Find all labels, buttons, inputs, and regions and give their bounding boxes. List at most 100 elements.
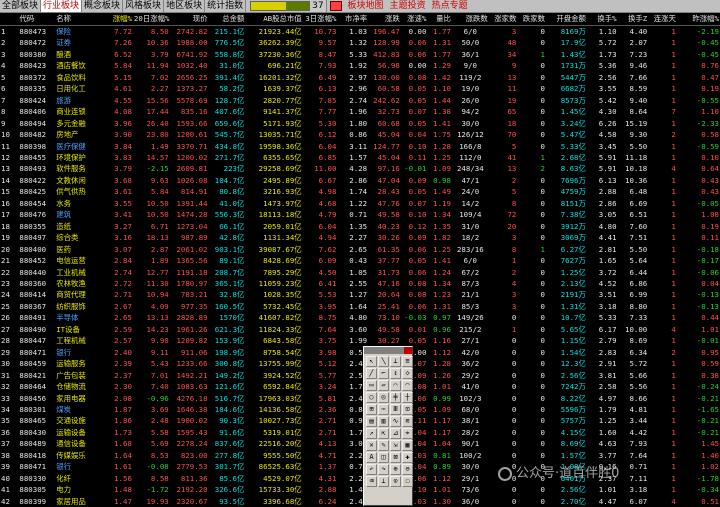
table-row[interactable]: 24 880414 商贸代理 2.71 10.94 783.21 32.8亿 1028.35亿… <box>0 289 720 300</box>
tab-3[interactable]: 风格板块 <box>123 0 165 12</box>
column-header-8[interactable]: 3日涨幅% <box>302 12 338 26</box>
table-row[interactable]: 26 880491 半导体 2.65 13.13 2828.89 1570亿 41607.82… <box>0 312 720 323</box>
drawing-tool-24-icon[interactable]: ↗ <box>366 428 377 439</box>
tab-1[interactable]: 行业板块 <box>41 0 83 12</box>
column-header-5[interactable]: 现价 <box>169 12 209 26</box>
drawing-tool-39-icon[interactable]: ⊖ <box>402 464 413 475</box>
table-row[interactable]: 38 880418 传媒娱乐 1.64 8.53 823.00 277.8亿 9555.50亿… <box>0 450 720 461</box>
table-row[interactable]: 28 880447 工程机械 2.57 9.90 1209.82 153.9亿 6843.58… <box>0 335 720 346</box>
column-header-19[interactable]: 连涨天 <box>648 12 677 26</box>
drawing-tool-40-icon[interactable]: ⌫ <box>366 476 377 487</box>
drawing-tool-36-icon[interactable]: ↶ <box>366 464 377 475</box>
drawing-tool-4-icon[interactable]: ╱ <box>366 368 377 379</box>
tab-0[interactable]: 全部板块 <box>0 0 42 12</box>
table-row[interactable]: 1 880473 保险 7.72 8.50 2742.82 215.1亿 21923.44亿 1… <box>0 26 720 38</box>
drawing-tool-13-icon[interactable]: ◎ <box>378 392 389 403</box>
table-row[interactable]: 6 880335 日用化工 4.61 2.27 1373.27 58.2亿 1639.37亿 6… <box>0 83 720 94</box>
table-row[interactable]: 2 880472 证券 7.26 10.36 1988.00 776.5亿 36262.39亿… <box>0 37 720 48</box>
table-row[interactable]: 10 880482 房地产 3.90 23.80 1200.61 545.7亿 13035.7… <box>0 129 720 140</box>
column-header-4[interactable]: 20日涨幅% <box>132 12 170 26</box>
table-row[interactable]: 22 880440 工业机械 2.74 12.77 1191.18 208.7亿 7895.2… <box>0 267 720 278</box>
drawing-tool-1-icon[interactable]: ╲ <box>378 356 389 367</box>
drawing-tool-28-icon[interactable]: ✕ <box>366 440 377 451</box>
drawing-tool-35-icon[interactable]: ✚ <box>402 452 413 463</box>
table-row[interactable]: 29 880471 银行 2.40 9.11 911.06 198.9亿 8758.54亿 3.… <box>0 347 720 358</box>
drawing-tool-25-icon[interactable]: ⇱ <box>378 428 389 439</box>
table-row[interactable]: 27 880490 IT设备 2.59 14.23 1961.26 621.3亿 11824.… <box>0 324 720 335</box>
drawing-tool-34-icon[interactable]: ⊠ <box>390 452 401 463</box>
column-header-20[interactable]: 昨涨幅% <box>676 12 720 26</box>
table-row[interactable]: 9 880494 多元金融 3.96 26.40 1593.66 659.6亿 5171.93… <box>0 118 720 129</box>
header-link-0[interactable]: 板块地图 <box>345 0 387 12</box>
table-row[interactable]: 41 880305 电力 1.48 -1.72 2192.20 326.6亿 15733.30… <box>0 484 720 495</box>
drawing-tool-32-icon[interactable]: A <box>366 452 377 463</box>
tab-4[interactable]: 地区板块 <box>164 0 206 12</box>
column-header-16[interactable]: 开盘金额 <box>546 12 587 26</box>
table-row[interactable]: 21 880452 电信运营 2.84 1.89 1365.56 89.1亿 8428.69亿… <box>0 255 720 266</box>
drawing-tool-38-icon[interactable]: ⊕ <box>390 464 401 475</box>
drawing-tool-29-icon[interactable]: ✎ <box>378 440 389 451</box>
table-row[interactable]: 17 880476 建筑 3.41 10.50 1474.28 556.3亿 18113.18… <box>0 209 720 220</box>
table-row[interactable]: 31 880421 广告包装 2.37 7.01 1492.21 149.2亿 3924.52… <box>0 370 720 381</box>
table-row[interactable]: 4 880423 酒店餐饮 5.84 11.94 1032.40 31.0亿 696.21亿 7… <box>0 60 720 71</box>
table-row[interactable]: 12 880455 环境保护 3.83 14.57 1200.02 271.7亿 6355.6… <box>0 152 720 163</box>
drawing-tool-16-icon[interactable]: ⊞ <box>366 404 377 415</box>
drawing-tool-41-icon[interactable]: ⟂ <box>378 476 389 487</box>
drawing-tool-5-icon[interactable]: ⌐ <box>378 368 389 379</box>
drawing-tool-7-icon[interactable]: ◇ <box>402 368 413 379</box>
column-header-3[interactable]: 涨幅% <box>104 12 133 26</box>
column-header-17[interactable]: 换手% <box>586 12 618 26</box>
column-header-15[interactable]: 跌家数 <box>517 12 546 26</box>
table-row[interactable]: 37 880489 通信设备 1.68 5.69 2278.24 837.6亿 22516.2… <box>0 438 720 449</box>
drawing-tool-15-icon[interactable]: ┼ <box>402 392 413 403</box>
column-header-18[interactable]: 换手Z <box>617 12 649 26</box>
table-row[interactable]: 7 880424 旅游 4.55 15.56 5578.69 128.7亿 2820.77亿 7… <box>0 95 720 106</box>
drawing-tool-21-icon[interactable]: ▥ <box>378 416 389 427</box>
table-row[interactable]: 32 880464 仓储物流 2.30 7.40 1083.63 121.6亿 6592.84… <box>0 381 720 392</box>
drawing-tool-10-icon[interactable]: ⌒ <box>390 380 401 391</box>
drawing-tool-23-icon[interactable]: ≋ <box>402 416 413 427</box>
table-row[interactable]: 18 880355 造纸 3.27 6.71 1273.04 66.1亿 2059.01亿 6.… <box>0 221 720 232</box>
table-row[interactable]: 20 880400 医药 3.07 2.87 2061.02 903.1亿 39087.67亿… <box>0 244 720 255</box>
drawing-tool-42-icon[interactable]: ⊙ <box>390 476 401 487</box>
column-header-1[interactable]: 代码 <box>18 12 56 26</box>
column-header-7[interactable]: AB股总市值 <box>245 12 303 26</box>
column-header-10[interactable]: 涨跌 <box>368 12 401 26</box>
drawing-tool-0-icon[interactable]: ↖ <box>366 356 377 367</box>
drawing-tool-22-icon[interactable]: ∿ <box>390 416 401 427</box>
drawing-tool-43-icon[interactable]: ☐ <box>402 476 413 487</box>
drawing-tool-27-icon[interactable]: ⌖ <box>402 428 413 439</box>
column-header-14[interactable]: 涨家数 <box>488 12 518 26</box>
table-row[interactable]: 25 880367 纺织服饰 2.67 4.09 977.35 160.5亿 5732.45亿… <box>0 301 720 312</box>
drawing-tool-37-icon[interactable]: ↷ <box>378 464 389 475</box>
column-header-6[interactable]: 总金额 <box>208 12 246 26</box>
drawing-tool-3-icon[interactable]: ≡ <box>402 356 413 367</box>
drawing-tool-17-icon[interactable]: ⋯ <box>378 404 389 415</box>
table-row[interactable]: 16 880454 水务 3.55 10.50 1391.44 41.0亿 1473.97亿 4… <box>0 198 720 209</box>
table-row[interactable]: 35 880465 交通设施 1.86 2.48 1900.02 90.3亿 10027.73… <box>0 415 720 426</box>
drawing-tool-6-icon[interactable]: ↕ <box>390 368 401 379</box>
table-row[interactable]: 3 880380 酿酒 6.52 3.79 6741.92 558.8亿 37230.36亿 8… <box>0 49 720 60</box>
column-header-12[interactable]: 量比 <box>427 12 452 26</box>
table-row[interactable]: 23 880360 农林牧渔 2.72 11.30 1780.97 365.1亿 11059.… <box>0 278 720 289</box>
table-row[interactable]: 30 880459 运输服务 2.39 5.43 1233.66 300.8亿 13755.9… <box>0 358 720 369</box>
table-row[interactable]: 19 880497 综合类 3.16 18.13 987.89 42.8亿 1131.34亿 4… <box>0 232 720 243</box>
drawing-tool-19-icon[interactable]: ⊡ <box>402 404 413 415</box>
drawing-tool-26-icon[interactable]: ⊿ <box>390 428 401 439</box>
drawing-tool-9-icon[interactable]: ▱ <box>378 380 389 391</box>
drawing-tool-11-icon[interactable]: ◠ <box>402 380 413 391</box>
table-row[interactable]: 13 880493 软件服务 3.79 -2.15 2609.81 223亿 29258.69… <box>0 163 720 174</box>
table-row[interactable]: 11 880398 医疗保健 3.84 1.49 3370.71 434.8亿 19598.3… <box>0 141 720 152</box>
table-row[interactable]: 14 880422 文教休闲 3.68 9.63 1026.08 104.7亿 2495.89… <box>0 175 720 186</box>
table-row[interactable]: 15 880425 供气供热 3.61 5.84 814.91 80.8亿 3216.93亿 4… <box>0 186 720 197</box>
column-header-2[interactable]: 名称 <box>55 12 105 26</box>
drawing-tool-33-icon[interactable]: ◫ <box>378 452 389 463</box>
drawing-tool-12-icon[interactable]: ○ <box>366 392 377 403</box>
table-row[interactable]: 5 880372 食品饮料 5.15 7.02 2656.25 391.4亿 16201.32… <box>0 72 720 83</box>
column-header-13[interactable]: 涨跌数 <box>451 12 489 26</box>
table-row[interactable]: 42 880399 家居用品 1.47 19.93 2320.67 93.5亿 3396.68… <box>0 496 720 507</box>
drawing-tools-palette[interactable]: ↖ ╲ ⊥ ≡ ╱ ⌐ ↕ ◇ ▭ ▱ ⌒ ◠ ○ ◎ ╪ ┼ ⊞ ⋯ Ⅲ ⊡ ▤ ▥ ∿ ≋ ↗ ⇱ ⊿ ⌖ ✕ ✎ ⇲ ▦ A ◫ ⊠ ✚ ↶ ↷ ⊕ ⊖… <box>363 346 413 506</box>
header-link-1[interactable]: 主题投资 <box>387 0 429 12</box>
tab-5[interactable]: 统计指数 <box>205 0 247 12</box>
drawing-tool-30-icon[interactable]: ⇲ <box>390 440 401 451</box>
